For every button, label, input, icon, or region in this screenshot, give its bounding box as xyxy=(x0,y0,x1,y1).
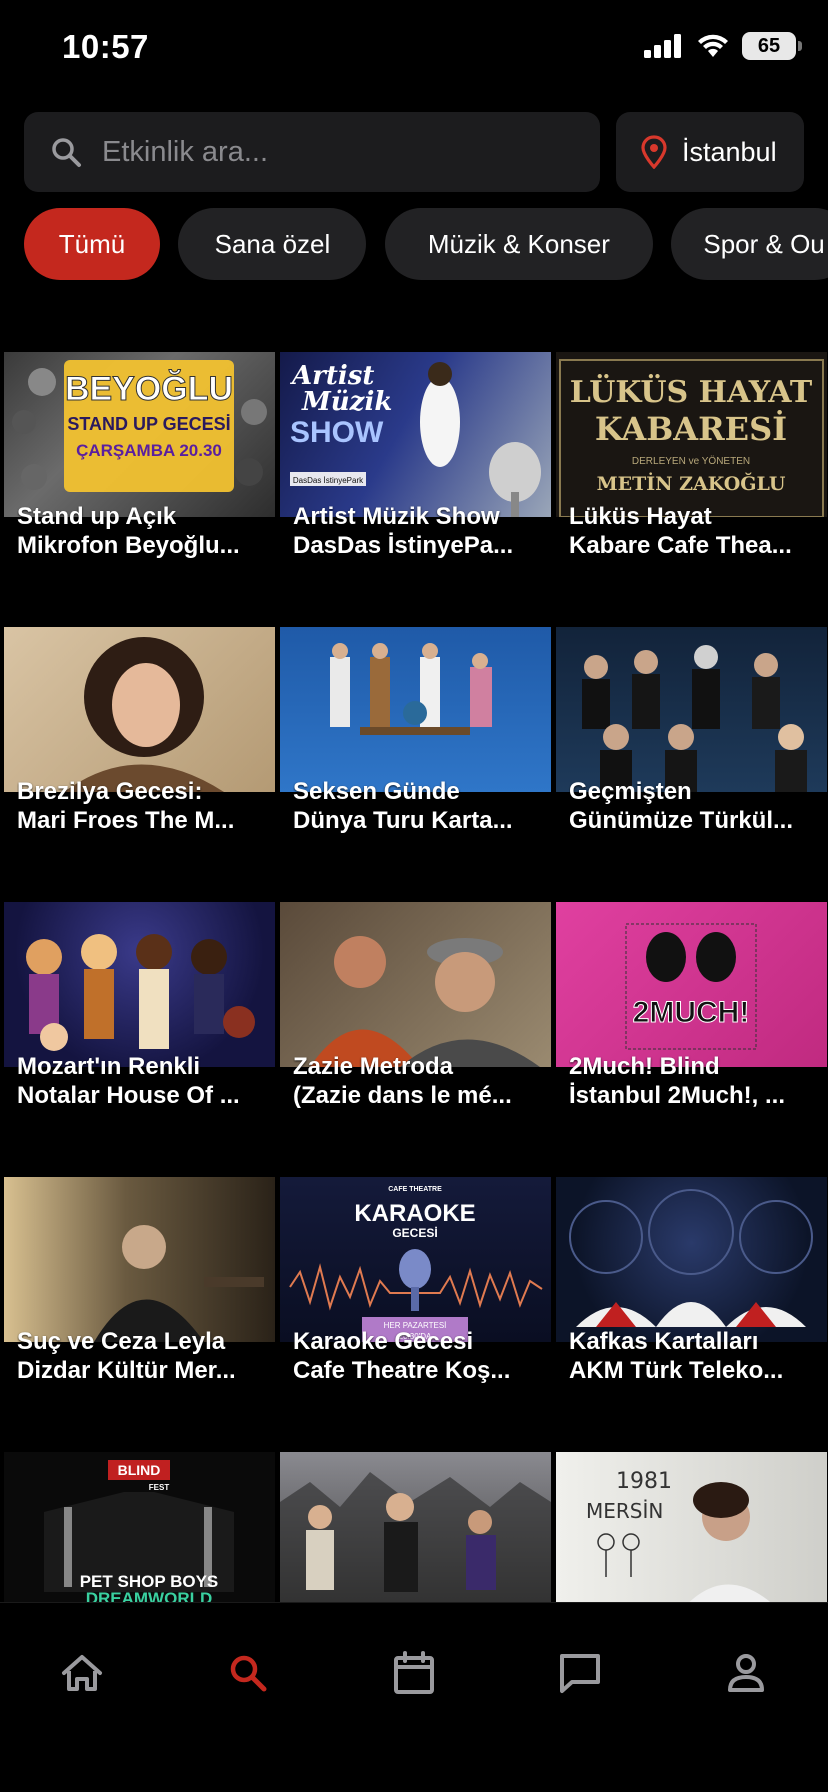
event-card[interactable]: Zazie Metroda (Zazie dans le mé... xyxy=(280,902,551,1137)
poster-text: 2MUCH! xyxy=(633,996,750,1029)
event-image xyxy=(556,627,827,792)
event-image: Artist Müzik SHOW DasDas İstinyePark xyxy=(280,352,551,517)
event-card[interactable]: CAFE THEATRE KARAOKE GECESİ HER PAZARTES… xyxy=(280,1177,551,1412)
battery-icon: 65 xyxy=(742,32,802,60)
event-row: Suç ve Ceza Leyla Dizdar Kültür Mer... CA… xyxy=(4,1177,828,1452)
poster-text: Müzik xyxy=(301,387,392,417)
event-image: 2MUCH! xyxy=(556,902,827,1067)
event-image xyxy=(280,902,551,1067)
event-title: Geçmişten Günümüze Türkül... xyxy=(569,778,794,834)
cellular-signal-icon xyxy=(644,34,681,58)
event-image xyxy=(4,627,275,792)
tab-home[interactable] xyxy=(52,1643,112,1703)
event-row: Mozart'ın Renkli Notalar House Of ... Zaz… xyxy=(4,902,828,1177)
event-card[interactable]: Brezilya Gecesi: Mari Froes The M... xyxy=(4,627,275,862)
search-box[interactable] xyxy=(24,112,600,192)
event-image xyxy=(280,1452,551,1617)
event-title: Stand up Açık Mikrofon Beyoğlu... xyxy=(17,503,240,559)
event-image: LÜKÜS HAYAT KABARESİ DERLEYEN ve YÖNETEN… xyxy=(556,352,827,517)
event-card[interactable]: Kafkas Kartalları AKM Türk Teleko... xyxy=(556,1177,827,1412)
poster-text: SHOW xyxy=(290,416,384,449)
event-title: 2Much! Blind İstanbul 2Much!, ... xyxy=(569,1053,786,1109)
poster-text: GECESİ xyxy=(392,1225,437,1240)
event-card[interactable]: Artist Müzik SHOW DasDas İstinyePark Art… xyxy=(280,352,551,587)
poster-text: DERLEYEN ve YÖNETEN xyxy=(632,455,750,467)
event-title: Brezilya Gecesi: Mari Froes The M... xyxy=(17,778,235,834)
event-image xyxy=(4,1177,275,1342)
location-pin-icon xyxy=(641,135,667,169)
event-image xyxy=(280,627,551,792)
event-title: Seksen Günde Dünya Turu Karta... xyxy=(293,778,513,834)
event-row: Brezilya Gecesi: Mari Froes The M... Seks… xyxy=(4,627,828,902)
event-card[interactable]: BEYOĞLU STAND UP GECESİ ÇARŞAMBA 20.30 S… xyxy=(4,352,275,587)
event-card[interactable]: Suç ve Ceza Leyla Dizdar Kültür Mer... xyxy=(4,1177,275,1412)
event-image: CAFE THEATRE KARAOKE GECESİ HER PAZARTES… xyxy=(280,1177,551,1342)
poster-text: ÇARŞAMBA 20.30 xyxy=(76,441,222,460)
event-image xyxy=(4,902,275,1067)
chat-bubble-icon xyxy=(560,1654,600,1693)
poster-text: CAFE THEATRE xyxy=(388,1186,442,1193)
poster-text: STAND UP GECESİ xyxy=(67,414,230,434)
chip-spor[interactable]: Spor & Ou xyxy=(671,208,828,280)
home-icon xyxy=(62,1655,102,1691)
search-icon xyxy=(52,138,81,167)
event-title: Karaoke Gecesi Cafe Theatre Koş... xyxy=(293,1328,511,1384)
event-title: Kafkas Kartalları AKM Türk Teleko... xyxy=(569,1328,784,1384)
poster-text: KARAOKE xyxy=(354,1200,475,1227)
event-card[interactable]: 2MUCH! 2Much! Blind İstanbul 2Much!, ... xyxy=(556,902,827,1137)
battery-level: 65 xyxy=(757,34,781,57)
event-title: Suç ve Ceza Leyla Dizdar Kültür Mer... xyxy=(17,1328,236,1384)
search-icon xyxy=(230,1655,267,1692)
status-bar: 10:57 65 xyxy=(0,0,828,96)
bottom-tab-bar xyxy=(0,1602,828,1792)
search-row: İstanbul xyxy=(24,112,804,192)
event-card[interactable]: Mozart'ın Renkli Notalar House Of ... xyxy=(4,902,275,1137)
category-chips: Tümü Sana özel Müzik & Konser Spor & Ou xyxy=(24,208,828,280)
poster-text: DasDas İstinyePark xyxy=(293,476,364,485)
tab-search[interactable] xyxy=(218,1643,278,1703)
event-card[interactable]: LÜKÜS HAYAT KABARESİ DERLEYEN ve YÖNETEN… xyxy=(556,352,827,587)
search-input[interactable] xyxy=(102,135,542,169)
status-icons: 65 xyxy=(644,32,802,60)
poster-text: METİN ZAKOĞLU xyxy=(597,472,786,495)
event-title: Lüküs Hayat Kabare Cafe Thea... xyxy=(569,503,792,559)
event-image: BLIND FEST PET SHOP BOYS DREAMWORLD xyxy=(4,1452,275,1617)
event-image: 1981 MERSİN xyxy=(556,1452,827,1617)
poster-text: KABARESİ xyxy=(595,410,787,448)
wifi-icon xyxy=(698,34,728,57)
tab-calendar[interactable] xyxy=(384,1643,444,1703)
poster-text: FEST xyxy=(149,1483,170,1492)
location-selector[interactable]: İstanbul xyxy=(616,112,804,192)
tab-profile[interactable] xyxy=(716,1643,776,1703)
event-row: BEYOĞLU STAND UP GECESİ ÇARŞAMBA 20.30 S… xyxy=(4,352,828,627)
event-title: Mozart'ın Renkli Notalar House Of ... xyxy=(17,1053,240,1109)
event-grid: BEYOĞLU STAND UP GECESİ ÇARŞAMBA 20.30 S… xyxy=(4,352,828,1727)
poster-text: BLIND xyxy=(118,1462,161,1478)
chip-sana-ozel[interactable]: Sana özel xyxy=(178,208,367,280)
poster-text: MERSİN xyxy=(586,1499,663,1523)
event-image: BEYOĞLU STAND UP GECESİ ÇARŞAMBA 20.30 xyxy=(4,352,275,517)
person-icon xyxy=(728,1654,764,1692)
location-label: İstanbul xyxy=(682,136,777,167)
chip-muzik-konser[interactable]: Müzik & Konser xyxy=(384,208,653,280)
status-time: 10:57 xyxy=(62,28,149,65)
event-title: Artist Müzik Show DasDas İstinyePa... xyxy=(293,503,514,559)
event-image xyxy=(556,1177,827,1342)
event-title: Zazie Metroda (Zazie dans le mé... xyxy=(293,1053,512,1109)
event-card[interactable]: Geçmişten Günümüze Türkül... xyxy=(556,627,827,862)
chip-tumu[interactable]: Tümü xyxy=(24,208,160,280)
calendar-icon xyxy=(394,1651,434,1694)
tab-messages[interactable] xyxy=(550,1643,610,1703)
poster-text: BEYOĞLU xyxy=(65,370,233,408)
event-card[interactable]: Seksen Günde Dünya Turu Karta... xyxy=(280,627,551,862)
poster-text: 1981 xyxy=(616,1469,672,1494)
poster-text: LÜKÜS HAYAT xyxy=(570,373,813,410)
